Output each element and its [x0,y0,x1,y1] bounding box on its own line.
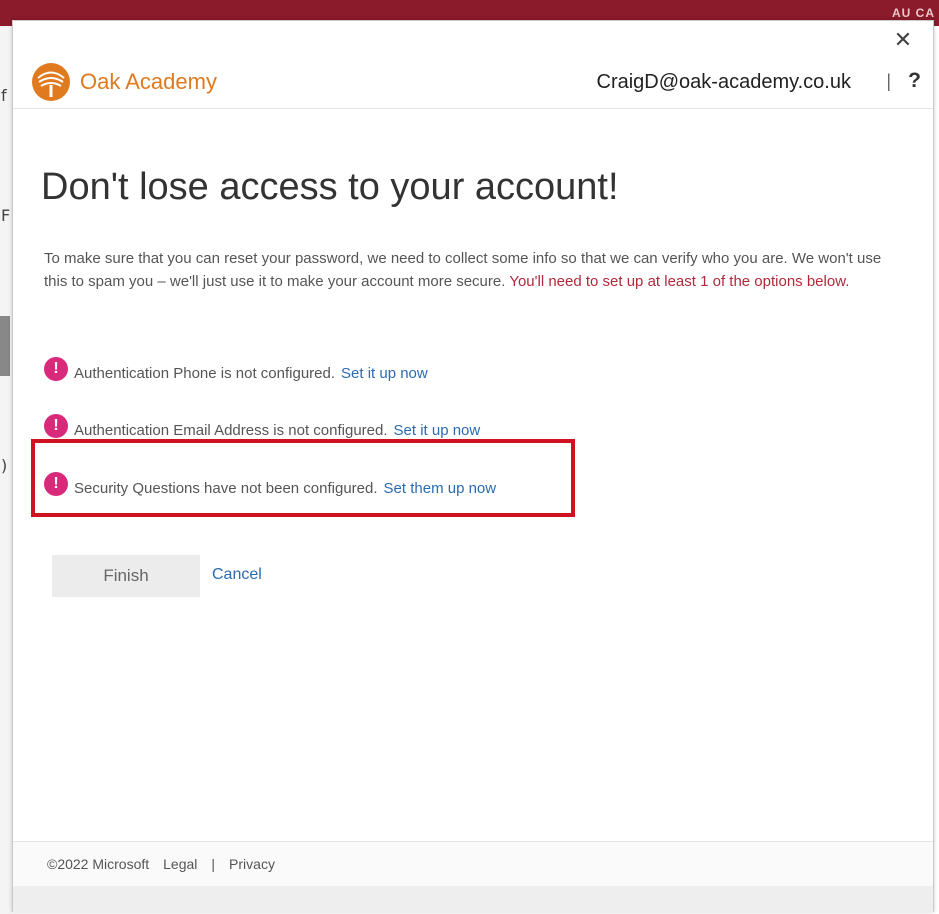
privacy-link[interactable]: Privacy [229,856,275,872]
background-glyph: F [1,206,11,225]
page-title: Don't lose access to your account! [41,166,619,208]
highlight-box [31,439,575,517]
background-glyph: f [1,86,7,105]
alert-icon: ! [44,471,68,496]
help-icon[interactable]: ? [908,69,921,93]
background-glyph: ) [1,456,8,475]
dialog-footer: ©2022 Microsoft Legal | Privacy [13,841,933,886]
security-questions-status: Security Questions have not been configu… [74,480,378,497]
setup-email-link[interactable]: Set it up now [394,422,481,439]
alert-icon: ! [44,413,68,438]
intro-warning: You'll need to set up at least 1 of the … [509,273,850,290]
auth-email-status: Authentication Email Address is not conf… [74,422,388,439]
security-info-dialog: ✕ Oak Academy CraigD@oak-academy.co.uk |… [12,20,934,913]
oak-tree-logo-icon [32,63,70,101]
footer-links: ©2022 Microsoft Legal | Privacy [47,856,289,872]
copyright-text: ©2022 Microsoft [47,856,150,872]
cancel-link[interactable]: Cancel [212,566,262,584]
background-scrollbar [0,316,10,376]
auth-email-item: ! Authentication Email Address is not co… [44,413,481,439]
brand-name: Oak Academy [80,69,217,94]
legal-link[interactable]: Legal [163,856,197,872]
alert-icon: ! [44,356,68,381]
auth-phone-status: Authentication Phone is not configured. [74,365,336,382]
security-questions-item: ! Security Questions have not been confi… [44,471,497,497]
setup-phone-link[interactable]: Set it up now [341,365,428,382]
close-icon[interactable]: ✕ [891,29,915,53]
intro-text: To make sure that you can reset your pas… [44,247,889,293]
setup-security-questions-link[interactable]: Set them up now [384,480,497,497]
background-app-left-edge: f F ) [0,26,12,914]
dialog-header: Oak Academy CraigD@oak-academy.co.uk | ? [13,57,933,109]
footer-separator: | [211,856,216,872]
header-divider: | [886,71,891,91]
finish-button[interactable]: Finish [52,555,200,597]
background-titlebar-text: AU CA [892,6,935,20]
auth-phone-item: ! Authentication Phone is not configured… [44,356,428,382]
brand-logo: Oak Academy [30,61,217,103]
signed-in-user-email: CraigD@oak-academy.co.uk [596,71,851,93]
dialog-bottom-strip [13,886,933,913]
